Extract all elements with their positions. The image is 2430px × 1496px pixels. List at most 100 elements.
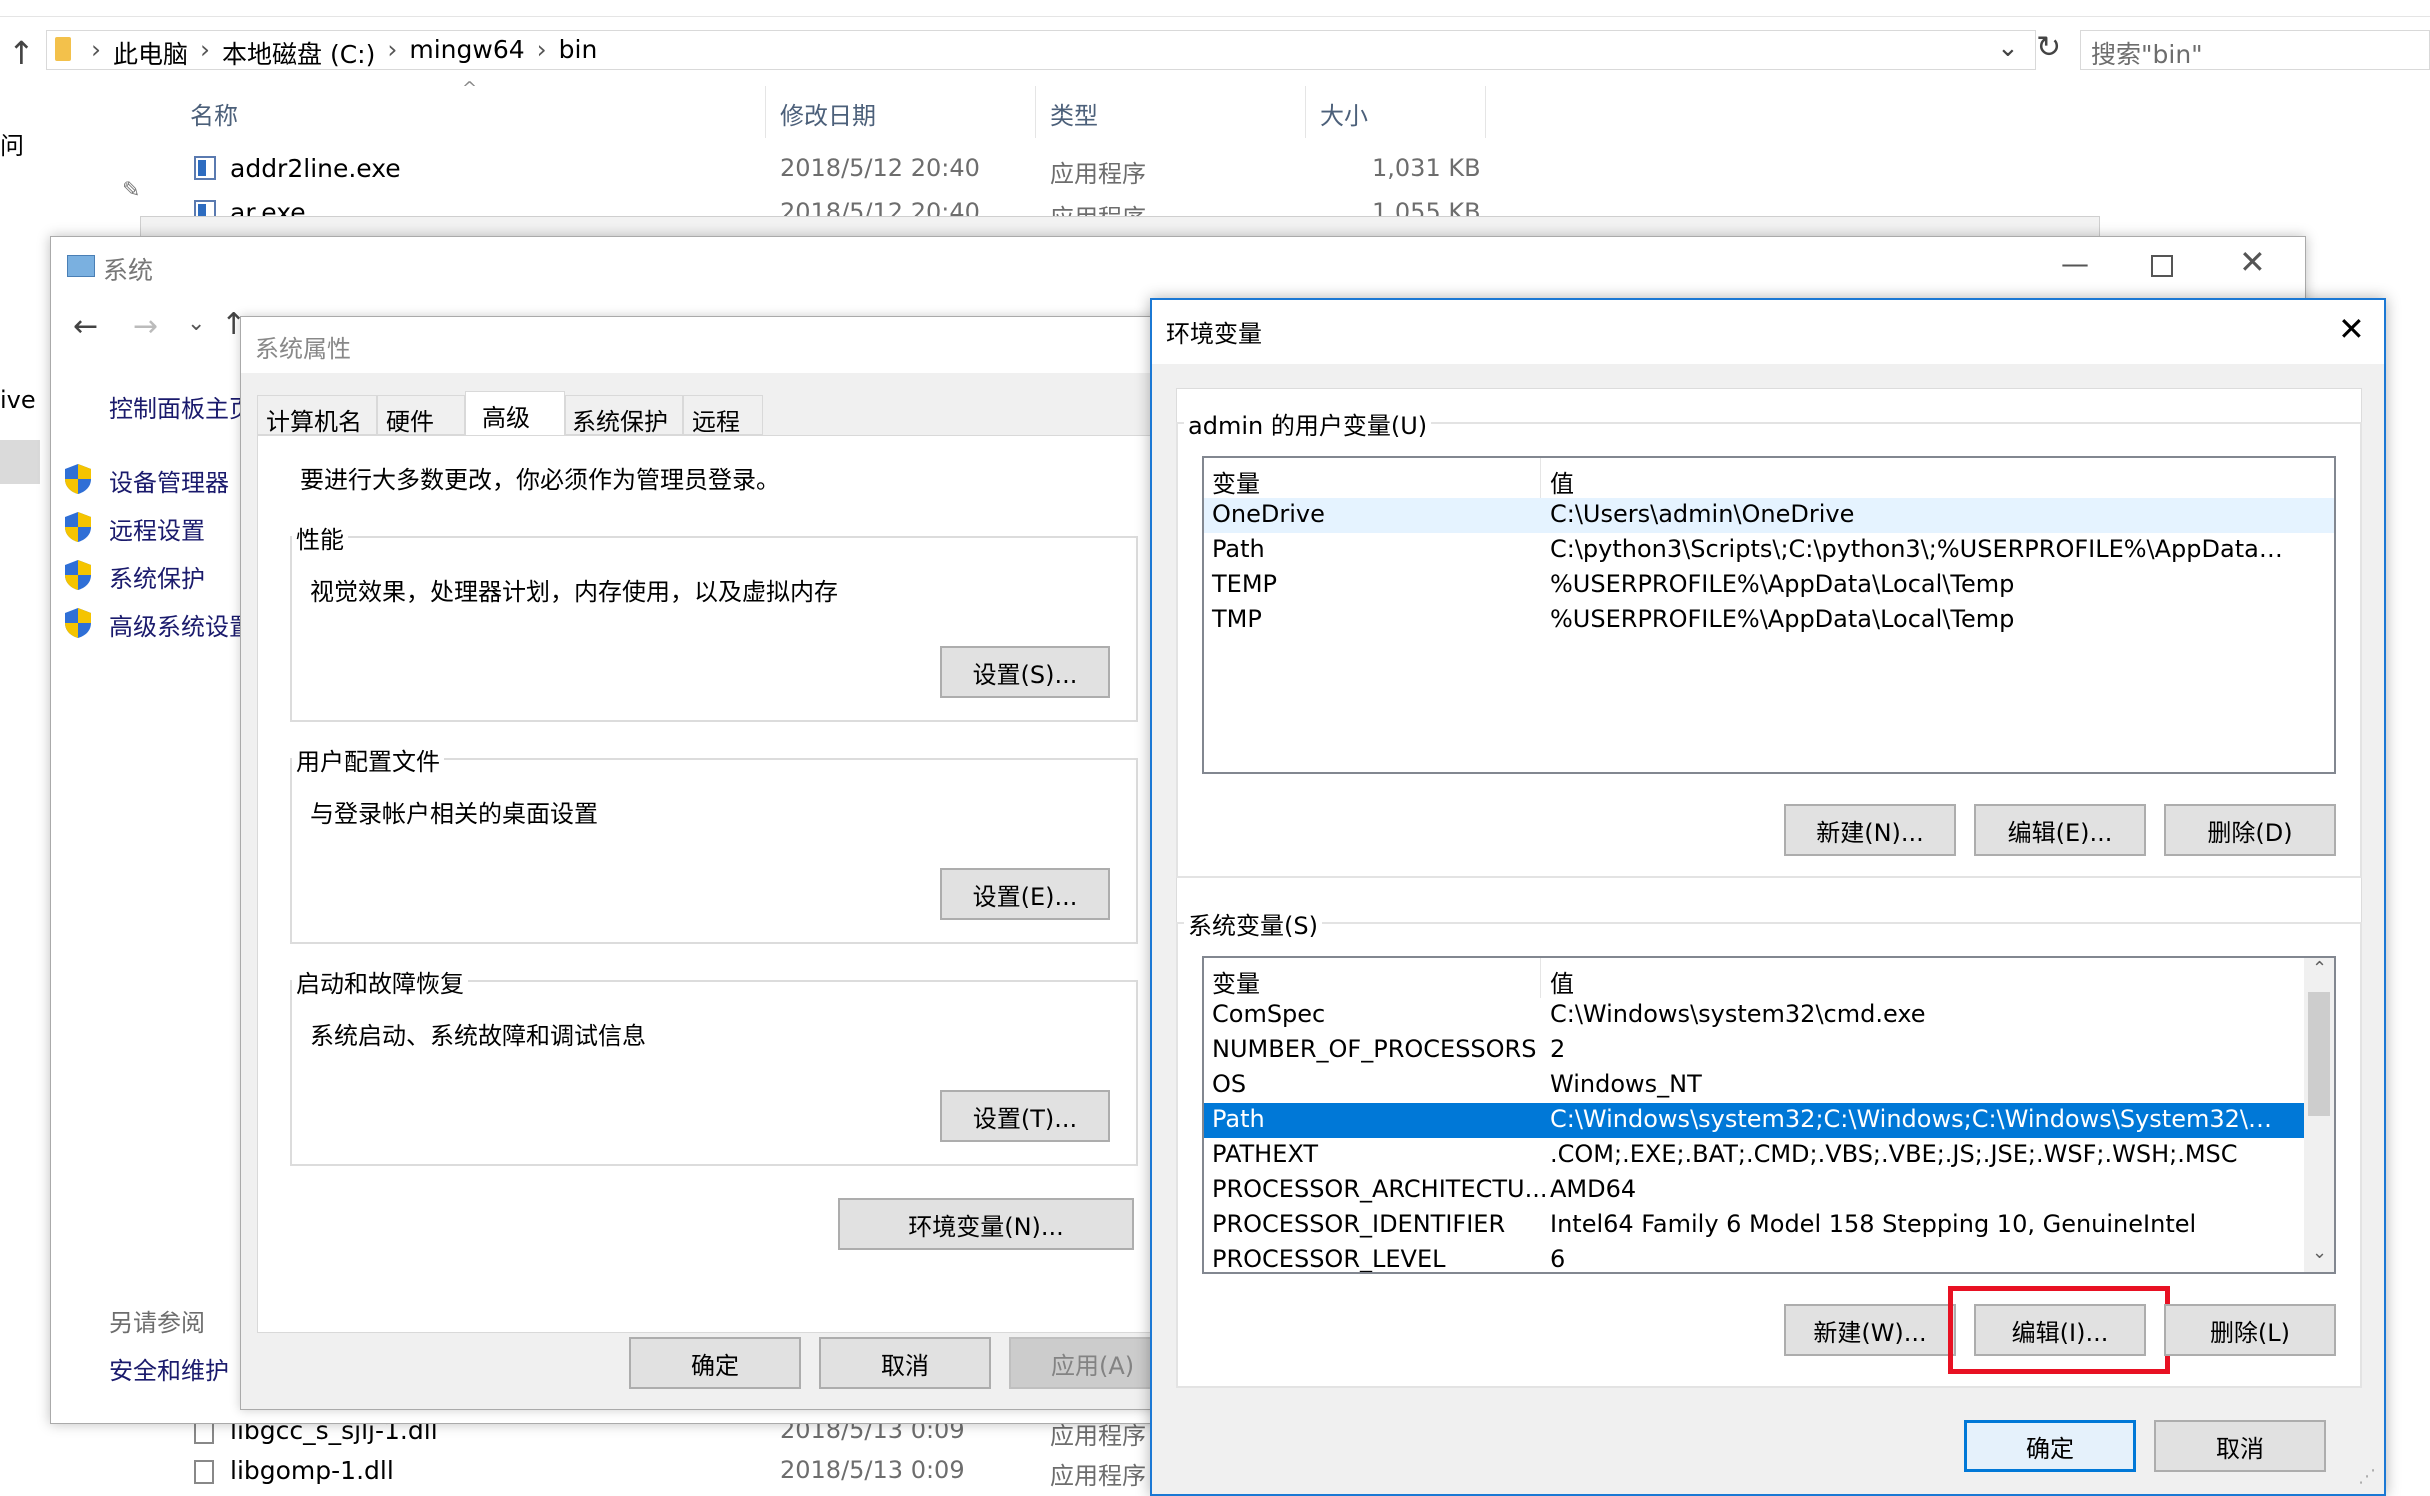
- column-divider[interactable]: [1035, 86, 1036, 138]
- table-row[interactable]: NUMBER_OF_PROCESSORS 2: [1204, 1033, 2304, 1068]
- var-name: PROCESSOR_IDENTIFIER: [1212, 1210, 1506, 1238]
- file-type: 应用程序: [1050, 1462, 1146, 1490]
- user-variables-list[interactable]: 变量 值 OneDrive C:\Users\admin\OneDrive Pat…: [1202, 456, 2336, 774]
- breadcrumb-item[interactable]: bin: [559, 35, 598, 71]
- shield-icon: [65, 512, 91, 542]
- column-divider[interactable]: [765, 86, 766, 138]
- vertical-scrollbar[interactable]: ⌃ ⌄: [2304, 958, 2334, 1272]
- apply-button[interactable]: 应用(A): [1009, 1337, 1161, 1389]
- table-row[interactable]: PATHEXT .COM;.EXE;.BAT;.CMD;.VBS;.VBE;.JS…: [1204, 1138, 2304, 1173]
- maximize-icon[interactable]: [2151, 255, 2173, 277]
- scrollbar-thumb[interactable]: [2308, 992, 2330, 1116]
- breadcrumb-item[interactable]: 本地磁盘 (C:): [222, 35, 375, 71]
- environment-variables-button[interactable]: 环境变量(N)...: [838, 1198, 1134, 1250]
- column-header-type[interactable]: 类型: [1050, 96, 1098, 131]
- column-divider[interactable]: [1485, 86, 1486, 138]
- refresh-icon[interactable]: ↻: [2036, 30, 2061, 65]
- table-row[interactable]: PROCESSOR_ARCHITECTU... AMD64: [1204, 1173, 2304, 1208]
- var-name: OneDrive: [1212, 500, 1325, 528]
- user-new-button[interactable]: 新建(N)...: [1784, 804, 1956, 856]
- scroll-up-icon[interactable]: ⌃: [2312, 958, 2327, 979]
- scroll-down-icon[interactable]: ⌄: [2312, 1242, 2327, 1263]
- system-titlebar[interactable]: 系统 — ✕: [51, 237, 2305, 297]
- column-header-variable[interactable]: 变量: [1212, 964, 1260, 999]
- pin-icon[interactable]: ✎: [122, 178, 140, 203]
- close-icon[interactable]: ✕: [2338, 310, 2365, 348]
- system-delete-button[interactable]: 删除(L): [2164, 1304, 2336, 1356]
- table-row[interactable]: Path C:\python3\Scripts\;C:\python3\;%USE…: [1204, 533, 2334, 568]
- startup-recovery-settings-button[interactable]: 设置(T)...: [940, 1090, 1110, 1142]
- table-row[interactable]: PROCESSOR_IDENTIFIER Intel64 Family 6 Mod…: [1204, 1208, 2304, 1243]
- cancel-button[interactable]: 取消: [819, 1337, 991, 1389]
- tab-advanced[interactable]: 高级: [465, 391, 565, 437]
- column-divider[interactable]: [1540, 958, 1541, 998]
- shield-icon: [65, 464, 91, 494]
- column-header-date[interactable]: 修改日期: [780, 96, 876, 131]
- tab-remote[interactable]: 远程: [683, 395, 763, 436]
- close-icon[interactable]: ✕: [2239, 243, 2266, 281]
- performance-title: 性能: [292, 520, 348, 555]
- ok-button[interactable]: 确定: [1964, 1420, 2136, 1472]
- table-row[interactable]: ar.exe 2018/5/12 20:40 应用程序 1,055 KB: [150, 196, 1490, 218]
- forward-arrow-icon[interactable]: →: [133, 309, 158, 344]
- user-profiles-settings-button[interactable]: 设置(E)...: [940, 868, 1110, 920]
- tab-hardware[interactable]: 硬件: [377, 395, 465, 436]
- breadcrumb-item[interactable]: 此电脑: [113, 35, 188, 71]
- file-date: 2018/5/13 0:09: [780, 1456, 965, 1484]
- sidebar-item-device-manager[interactable]: 设备管理器: [63, 461, 263, 501]
- column-headers: 名称 ^ 修改日期 类型 大小: [150, 78, 1490, 138]
- column-header-value[interactable]: 值: [1550, 464, 1574, 499]
- chevron-down-icon[interactable]: ⌄: [1997, 33, 2019, 63]
- column-header-name[interactable]: 名称: [190, 96, 238, 131]
- control-panel-home-link[interactable]: 控制面板主页: [109, 389, 253, 424]
- column-header-size[interactable]: 大小: [1320, 96, 1368, 131]
- performance-settings-button[interactable]: 设置(S)...: [940, 646, 1110, 698]
- var-value: AMD64: [1550, 1175, 1637, 1203]
- user-edit-button[interactable]: 编辑(E)...: [1974, 804, 2146, 856]
- dialog-titlebar[interactable]: 环境变量 ✕: [1152, 300, 2384, 364]
- dialog-title: 环境变量: [1166, 320, 1262, 348]
- tab-system-protection[interactable]: 系统保护: [565, 395, 683, 436]
- breadcrumb-sep-icon: ›: [387, 35, 398, 64]
- back-arrow-icon[interactable]: ←: [73, 309, 98, 344]
- sidebar-item-system-protection[interactable]: 系统保护: [63, 557, 263, 597]
- exe-icon: [194, 156, 216, 180]
- ok-button[interactable]: 确定: [629, 1337, 801, 1389]
- table-row[interactable]: TMP %USERPROFILE%\AppData\Local\Temp: [1204, 603, 2334, 638]
- dialog-titlebar[interactable]: 系统属性: [241, 317, 1159, 373]
- table-row[interactable]: PROCESSOR_LEVEL 6: [1204, 1243, 2304, 1272]
- system-variables-list[interactable]: 变量 值 ComSpec C:\Windows\system32\cmd.exe …: [1202, 956, 2336, 1274]
- cancel-button[interactable]: 取消: [2154, 1420, 2326, 1472]
- address-bar[interactable]: › 此电脑 › 本地磁盘 (C:) › mingw64 › bin ⌄: [46, 30, 2036, 70]
- column-header-value[interactable]: 值: [1550, 964, 1574, 999]
- table-row[interactable]: Path C:\Windows\system32;C:\Windows;C:\Wi…: [1204, 1103, 2304, 1138]
- security-maintenance-link[interactable]: 安全和维护: [109, 1351, 229, 1386]
- column-divider[interactable]: [1305, 86, 1306, 138]
- minimize-icon[interactable]: —: [2061, 247, 2089, 280]
- var-name: TMP: [1212, 605, 1262, 633]
- var-value: %USERPROFILE%\AppData\Local\Temp: [1550, 570, 2015, 598]
- table-row[interactable]: addr2line.exe 2018/5/12 20:40 应用程序 1,031…: [150, 152, 1490, 188]
- sidebar-item-advanced-settings[interactable]: 高级系统设置: [63, 605, 263, 645]
- var-name: NUMBER_OF_PROCESSORS: [1212, 1035, 1537, 1063]
- table-row[interactable]: ComSpec C:\Windows\system32\cmd.exe: [1204, 998, 2304, 1033]
- table-row[interactable]: libgomp-1.dll 2018/5/13 0:09 应用程序: [150, 1454, 1150, 1490]
- user-variables-title: admin 的用户变量(U): [1184, 406, 1432, 441]
- sidebar-item-remote-settings[interactable]: 远程设置: [63, 509, 263, 549]
- column-header-variable[interactable]: 变量: [1212, 464, 1260, 499]
- resize-grip-icon[interactable]: ⋰: [2358, 1466, 2376, 1487]
- up-arrow-icon[interactable]: ↑: [8, 34, 35, 72]
- breadcrumb-item[interactable]: mingw64: [409, 35, 524, 71]
- table-row[interactable]: OS Windows_NT: [1204, 1068, 2304, 1103]
- column-divider[interactable]: [1540, 458, 1541, 498]
- chevron-down-icon[interactable]: ⌄: [187, 311, 205, 336]
- tab-computer-name[interactable]: 计算机名: [257, 395, 377, 436]
- system-new-button[interactable]: 新建(W)...: [1784, 1304, 1956, 1356]
- file-date: 2018/5/12 20:40: [780, 198, 980, 218]
- user-delete-button[interactable]: 删除(D): [2164, 804, 2336, 856]
- table-row[interactable]: TEMP %USERPROFILE%\AppData\Local\Temp: [1204, 568, 2334, 603]
- table-row[interactable]: OneDrive C:\Users\admin\OneDrive: [1204, 498, 2334, 533]
- search-input[interactable]: 搜索"bin": [2080, 30, 2430, 70]
- breadcrumb: › 此电脑 › 本地磁盘 (C:) › mingw64 › bin: [91, 35, 597, 71]
- nav-selected: [0, 440, 40, 484]
